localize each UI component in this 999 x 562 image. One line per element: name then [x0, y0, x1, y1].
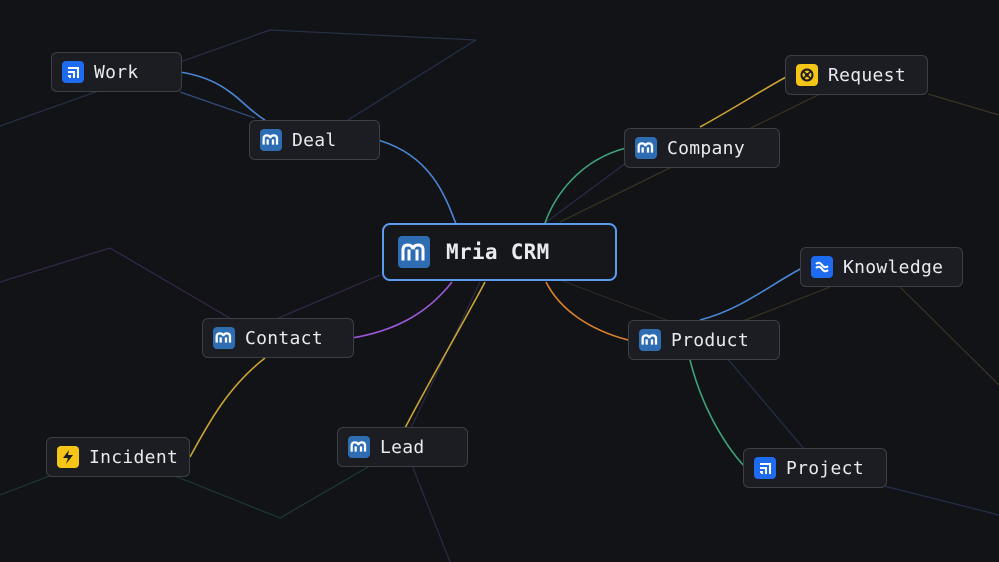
edge-contact-center	[351, 281, 453, 339]
bg-line	[899, 286, 999, 386]
node-knowledge[interactable]: Knowledge	[800, 247, 963, 287]
node-lead[interactable]: Lead	[337, 427, 468, 467]
lifebuoy-icon	[796, 64, 818, 86]
edge-deal-center	[377, 139, 457, 225]
node-project-label: Project	[786, 457, 864, 479]
node-request[interactable]: Request	[785, 55, 928, 95]
node-knowledge-label: Knowledge	[843, 256, 944, 278]
node-company[interactable]: Company	[624, 128, 780, 168]
mria-logo-icon	[635, 137, 657, 159]
node-deal[interactable]: Deal	[249, 120, 380, 160]
mria-logo-icon	[398, 236, 430, 268]
node-project[interactable]: Project	[743, 448, 887, 488]
bg-line	[544, 159, 631, 224]
node-request-label: Request	[828, 64, 906, 86]
node-product[interactable]: Product	[628, 320, 780, 360]
bg-line	[927, 93, 999, 116]
node-work[interactable]: Work	[51, 52, 182, 92]
node-deal-label: Deal	[292, 129, 337, 151]
edge-contact-incident	[189, 357, 266, 458]
mria-logo-icon	[639, 329, 661, 351]
bg-line	[409, 459, 451, 562]
edge-work-deal-2	[179, 91, 256, 119]
center-node-label: Mria CRM	[446, 240, 550, 264]
edge-company-center	[544, 147, 627, 224]
jira-icon	[62, 61, 84, 83]
diagram-canvas: Mria CRM Work Deal Contact Incident Lead	[0, 0, 999, 562]
bg-line	[159, 459, 381, 519]
node-work-label: Work	[94, 61, 139, 83]
jira-icon	[754, 457, 776, 479]
edge-company-request	[699, 74, 791, 128]
mria-logo-icon	[260, 129, 282, 151]
node-contact[interactable]: Contact	[202, 318, 354, 358]
bolt-icon	[57, 446, 79, 468]
bg-line	[879, 484, 999, 516]
center-node[interactable]: Mria CRM	[382, 223, 617, 281]
edge-product-project	[689, 359, 746, 468]
node-lead-label: Lead	[380, 436, 425, 458]
edge-product-knowledge	[699, 267, 803, 321]
node-incident[interactable]: Incident	[46, 437, 190, 477]
node-incident-label: Incident	[89, 446, 179, 468]
confluence-icon	[811, 256, 833, 278]
node-company-label: Company	[667, 137, 745, 159]
edge-lead-center	[404, 281, 486, 429]
node-product-label: Product	[671, 329, 749, 351]
node-contact-label: Contact	[245, 327, 323, 349]
bg-line	[719, 349, 806, 451]
mria-logo-icon	[348, 436, 370, 458]
mria-logo-icon	[213, 327, 235, 349]
